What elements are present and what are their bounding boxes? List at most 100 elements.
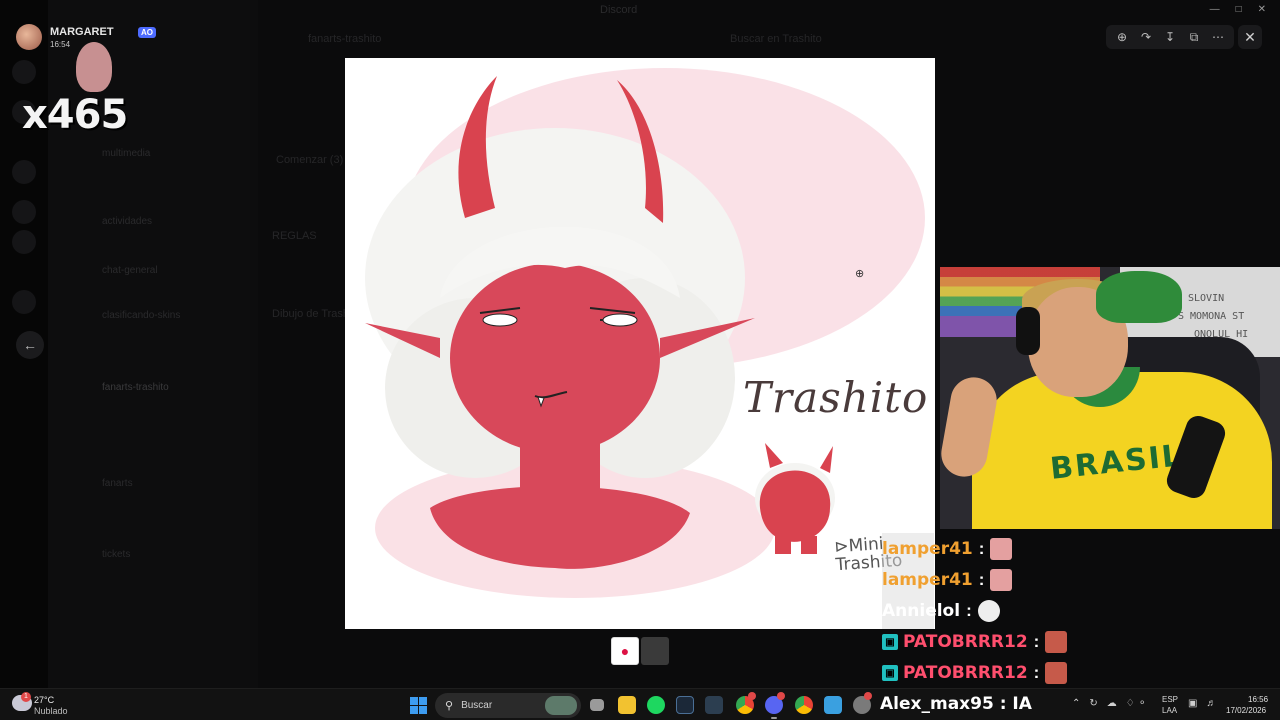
weather-temperature[interactable]: 27°C bbox=[34, 695, 54, 705]
sync-icon[interactable]: ↻ bbox=[1089, 698, 1097, 709]
window-title: Discord bbox=[600, 4, 638, 16]
system-tray-right: ⚬ bbox=[1138, 698, 1146, 709]
system-tray-status: ▣ ♬ bbox=[1188, 698, 1216, 709]
maximize-icon[interactable]: □ bbox=[1236, 4, 1242, 15]
chat-separator: : bbox=[978, 539, 985, 558]
volume-icon[interactable]: ♬ bbox=[1206, 698, 1216, 709]
start-button[interactable] bbox=[410, 697, 427, 714]
taskbar: 1 27°C Nublado ⚲ Buscar Alex_max95 : IA … bbox=[0, 688, 1280, 720]
avatar bbox=[16, 24, 42, 50]
combo-counter: x465 bbox=[22, 92, 128, 138]
server-icon[interactable] bbox=[12, 230, 36, 254]
running-indicator bbox=[771, 717, 777, 719]
notification-dot bbox=[748, 692, 756, 700]
server-icon[interactable] bbox=[12, 290, 36, 314]
task-view-icon[interactable] bbox=[590, 699, 604, 711]
chevron-up-icon[interactable]: ⌃ bbox=[1072, 698, 1080, 709]
chat-separator: : bbox=[966, 601, 972, 620]
emote-icon bbox=[1045, 662, 1068, 684]
viewer-toolbar: ⊕ ↷ ↧ ⧉ ⋯ bbox=[1106, 25, 1234, 49]
channel-item[interactable]: clasificando-skins bbox=[102, 310, 180, 321]
search-label: Buscar bbox=[461, 700, 493, 711]
share-icon[interactable]: ↷ bbox=[1137, 30, 1155, 44]
notepad-icon[interactable] bbox=[824, 696, 842, 714]
chat-message: lamper41: bbox=[882, 566, 1013, 594]
overlay-timestamp: 16:54 bbox=[50, 40, 71, 49]
channel-item[interactable]: fanarts bbox=[102, 478, 133, 489]
server-icon[interactable] bbox=[12, 60, 36, 84]
weather-description[interactable]: Nublado bbox=[34, 706, 68, 716]
thumbnail[interactable] bbox=[641, 637, 669, 665]
overlay-username: MARGARET bbox=[50, 26, 114, 38]
channel-item[interactable]: actividades bbox=[102, 216, 152, 227]
post-title: Comenzar (3) bbox=[276, 154, 344, 166]
subscriber-badge-icon: ▣ bbox=[882, 665, 898, 681]
plush-hat bbox=[1096, 271, 1182, 323]
steam-icon[interactable] bbox=[676, 696, 694, 714]
emote-icon bbox=[990, 569, 1013, 591]
microphone-icon[interactable]: ⚬ bbox=[1138, 698, 1146, 709]
artwork-image[interactable]: Trashito ⊳Mini Trashito bbox=[345, 58, 935, 629]
search-highlight-icon bbox=[545, 696, 577, 715]
download-icon[interactable]: ↧ bbox=[1161, 30, 1179, 44]
notification-dot bbox=[777, 692, 785, 700]
search-input[interactable]: Buscar en Trashito bbox=[730, 33, 822, 45]
channel-item[interactable]: multimedia bbox=[102, 148, 150, 159]
headset-icon bbox=[1016, 307, 1040, 355]
channel-item-active[interactable]: fanarts-trashito bbox=[102, 382, 169, 393]
chat-overlay-line: Alex_max95 : IA bbox=[880, 694, 1032, 714]
chrome-icon[interactable] bbox=[795, 696, 813, 714]
back-button[interactable]: ← bbox=[16, 331, 44, 359]
zoom-cursor-icon: ⊕ bbox=[855, 268, 865, 280]
chat-separator: : bbox=[978, 570, 985, 589]
spotify-icon[interactable] bbox=[647, 696, 665, 714]
open-external-icon[interactable]: ⧉ bbox=[1185, 30, 1203, 45]
chat-separator: : bbox=[1033, 632, 1040, 651]
terminal-icon[interactable] bbox=[705, 696, 723, 714]
zoom-in-icon[interactable]: ⊕ bbox=[1113, 30, 1131, 44]
clock-date[interactable]: 17/02/2026 bbox=[1226, 706, 1266, 715]
server-icon[interactable] bbox=[12, 200, 36, 224]
wall-text: SLOVIN bbox=[1188, 293, 1225, 304]
network-icon[interactable]: ▣ bbox=[1188, 698, 1197, 709]
post-title: REGLAS bbox=[272, 230, 317, 242]
channel-item[interactable]: chat-general bbox=[102, 265, 158, 276]
chat-username: Annielol bbox=[882, 601, 961, 621]
subscriber-badge-icon: ▣ bbox=[882, 634, 898, 650]
channel-item[interactable]: tickets bbox=[102, 549, 130, 560]
system-tray: ⌃ ↻ ☁ ♢ bbox=[1072, 698, 1135, 709]
taskbar-search[interactable]: ⚲ Buscar bbox=[435, 693, 581, 718]
search-icon: ⚲ bbox=[445, 700, 454, 712]
screen: multimedia actividades chat-general clas… bbox=[0, 0, 1280, 720]
sticker-image bbox=[76, 42, 112, 92]
close-icon: ✕ bbox=[1244, 28, 1256, 45]
image-thumbnails: ● bbox=[611, 637, 669, 665]
chat-message: lamper41: bbox=[882, 535, 1013, 563]
window-close-icon[interactable]: ✕ bbox=[1258, 4, 1266, 15]
chat-message: Annielol: bbox=[882, 597, 1000, 625]
webcam-feed: SLOVIN S MOMONA ST ONOLUL HI BRASIL bbox=[940, 267, 1280, 529]
user-badge: AO bbox=[138, 27, 156, 38]
artwork-title: Trashito bbox=[743, 373, 929, 422]
language-indicator[interactable]: ESP bbox=[1162, 695, 1178, 704]
minimize-icon[interactable]: — bbox=[1210, 4, 1220, 15]
chat-username: PATOBRRR12 bbox=[903, 663, 1028, 683]
chat-message: ▣ PATOBRRR12: bbox=[882, 659, 1068, 687]
channel-header: fanarts-trashito bbox=[308, 33, 382, 45]
chat-message: ▣ PATOBRRR12: bbox=[882, 628, 1068, 656]
close-viewer-button[interactable]: ✕ bbox=[1238, 25, 1262, 49]
notification-badge: 1 bbox=[21, 692, 31, 702]
file-explorer-icon[interactable] bbox=[618, 696, 636, 714]
thumbnail-active[interactable]: ● bbox=[611, 637, 639, 665]
chat-separator: : bbox=[1033, 663, 1040, 682]
more-icon[interactable]: ⋯ bbox=[1209, 30, 1227, 44]
server-icon[interactable] bbox=[12, 160, 36, 184]
emote-icon bbox=[977, 600, 1000, 622]
notification-dot bbox=[864, 692, 872, 700]
cloud-icon[interactable]: ☁ bbox=[1107, 698, 1117, 709]
window-controls: — □ ✕ bbox=[1210, 4, 1266, 15]
bluetooth-icon[interactable]: ♢ bbox=[1126, 698, 1135, 709]
emote-icon bbox=[990, 538, 1013, 560]
clock-time[interactable]: 16:56 bbox=[1248, 695, 1268, 704]
keyboard-layout[interactable]: LAA bbox=[1162, 706, 1177, 715]
